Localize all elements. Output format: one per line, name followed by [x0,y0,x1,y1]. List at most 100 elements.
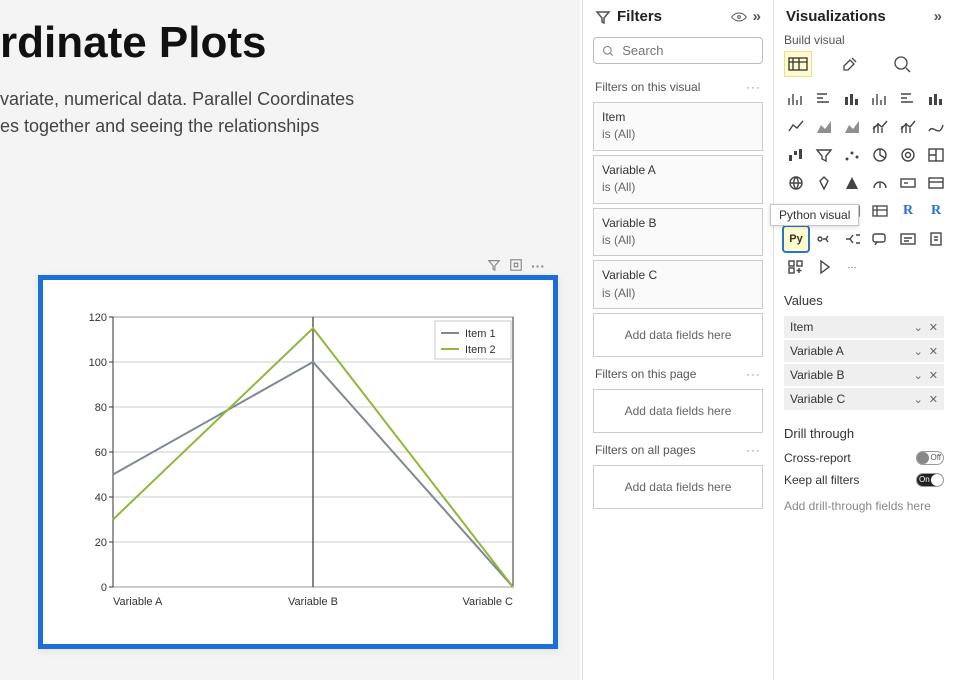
search-icon [602,44,614,58]
value-field-name: Item [790,320,813,334]
more-icon[interactable]: ··· [531,258,545,275]
area-chart-icon[interactable] [812,115,836,139]
focus-icon[interactable] [509,258,523,275]
svg-text:Item 1: Item 1 [465,328,496,340]
filters-title: Filters [617,8,662,25]
multi-row-card-icon[interactable] [924,171,948,195]
key-influencers-icon[interactable] [812,227,836,251]
collapse-icon[interactable]: » [934,8,942,25]
donut-chart-icon[interactable] [896,143,920,167]
funnel-icon [595,9,611,25]
filters-page-drop[interactable]: Add data fields here [593,389,763,433]
funnel-chart-icon[interactable] [812,143,836,167]
visual-toolbar: ··· [487,258,545,275]
clustered-bar-chart-icon[interactable] [812,87,836,111]
value-field-name: Variable C [790,392,845,406]
stacked-area-chart-icon[interactable] [840,115,864,139]
keep-filters-toggle[interactable]: On [916,473,944,487]
filters-page-header: Filters on this page ··· [583,361,773,385]
filter-card[interactable]: Variable Ais (All) [593,155,763,204]
get-more-visuals-icon[interactable]: ··· [840,255,864,279]
more-icon[interactable]: ··· [746,367,761,381]
map-icon[interactable] [784,171,808,195]
power-automate-icon[interactable] [812,255,836,279]
scatter-chart-icon[interactable] [840,143,864,167]
ribbon-chart-icon[interactable] [924,115,948,139]
pie-chart-icon[interactable] [868,143,892,167]
svg-text:Variable B: Variable B [288,596,338,608]
more-icon[interactable]: ··· [746,80,761,94]
smart-narrative-icon[interactable] [896,227,920,251]
filters-visual-drop[interactable]: Add data fields here [593,313,763,357]
format-visual-tab[interactable] [836,51,864,77]
remove-field-icon[interactable]: ✕ [923,345,938,358]
r-script-visual-icon[interactable]: R [924,199,948,223]
remove-field-icon[interactable]: ✕ [923,393,938,406]
remove-field-icon[interactable]: ✕ [923,369,938,382]
line-stacked-column-icon[interactable] [868,115,892,139]
chart-visual[interactable]: ··· 020406080100120Variable AVariable BV… [38,275,558,649]
page-desc-line1: variate, numerical data. Parallel Coordi… [0,86,580,113]
decomposition-tree-icon[interactable] [840,227,864,251]
r-visual-icon[interactable]: R [896,199,920,223]
filters-search[interactable] [593,37,763,64]
paginated-report-icon[interactable] [924,227,948,251]
value-field-name: Variable B [790,368,844,382]
qa-visual-icon[interactable] [868,227,892,251]
hundred-stacked-column-icon[interactable] [924,87,948,111]
filters-all-drop[interactable]: Add data fields here [593,465,763,509]
treemap-icon[interactable] [924,143,948,167]
eye-icon[interactable] [731,9,747,25]
chevron-down-icon[interactable]: ⌄ [908,369,923,382]
clustered-column-chart-icon[interactable] [868,87,892,111]
filter-field-name: Variable A [602,162,754,179]
filter-field-name: Variable B [602,215,754,232]
filter-icon[interactable] [487,258,501,275]
value-field-pill[interactable]: Variable B ⌄✕ [784,364,944,386]
cross-report-toggle[interactable]: Off [916,451,944,465]
svg-text:40: 40 [95,492,107,504]
filter-card[interactable]: Variable Cis (All) [593,260,763,309]
viz-gallery: RR Py ··· [774,83,954,283]
chevron-down-icon[interactable]: ⌄ [908,321,923,334]
report-canvas: rdinate Plots variate, numerical data. P… [0,0,580,680]
filters-search-input[interactable] [620,42,754,59]
page-description: variate, numerical data. Parallel Coordi… [0,86,580,140]
matrix-icon[interactable] [868,199,892,223]
hundred-stacked-bar-icon[interactable] [896,87,920,111]
waterfall-chart-icon[interactable] [784,143,808,167]
python-visual-icon[interactable]: Py [784,227,808,251]
card-icon[interactable] [896,171,920,195]
analytics-tab[interactable] [888,51,916,77]
chevron-down-icon[interactable]: ⌄ [908,393,923,406]
azure-map-icon[interactable] [840,171,864,195]
build-visual-tab[interactable] [784,51,812,77]
filter-card[interactable]: Itemis (All) [593,102,763,151]
value-field-pill[interactable]: Item ⌄✕ [784,316,944,338]
value-field-pill[interactable]: Variable C ⌄✕ [784,388,944,410]
page-desc-line2: es together and seeing the relationships [0,113,580,140]
more-icon[interactable]: ··· [746,443,761,457]
viz-mode-tabs [774,51,954,83]
line-clustered-column-icon[interactable] [896,115,920,139]
power-apps-icon[interactable] [784,255,808,279]
drill-drop[interactable]: Add drill-through fields here [784,499,944,513]
filled-map-icon[interactable] [812,171,836,195]
remove-field-icon[interactable]: ✕ [923,321,938,334]
stacked-column-chart-icon[interactable] [840,87,864,111]
gauge-icon[interactable] [868,171,892,195]
cross-report-row: Cross-report Off [774,447,954,469]
filter-card[interactable]: Variable Bis (All) [593,208,763,257]
collapse-icon[interactable]: » [753,8,761,25]
viz-subtitle: Build visual [774,33,954,51]
viz-title: Visualizations [786,8,886,25]
value-field-pill[interactable]: Variable A⌄✕ [784,340,944,362]
values-header: Values [774,283,954,314]
visualizations-pane: Visualizations » Build visual RR Py ··· Va… [774,0,954,680]
stacked-bar-chart-icon[interactable] [784,87,808,111]
line-chart-icon[interactable] [784,115,808,139]
filter-field-value: is (All) [602,232,754,249]
chevron-down-icon[interactable]: ⌄ [908,345,923,358]
svg-text:Variable A: Variable A [113,596,163,608]
filters-header: Filters » [583,4,773,33]
